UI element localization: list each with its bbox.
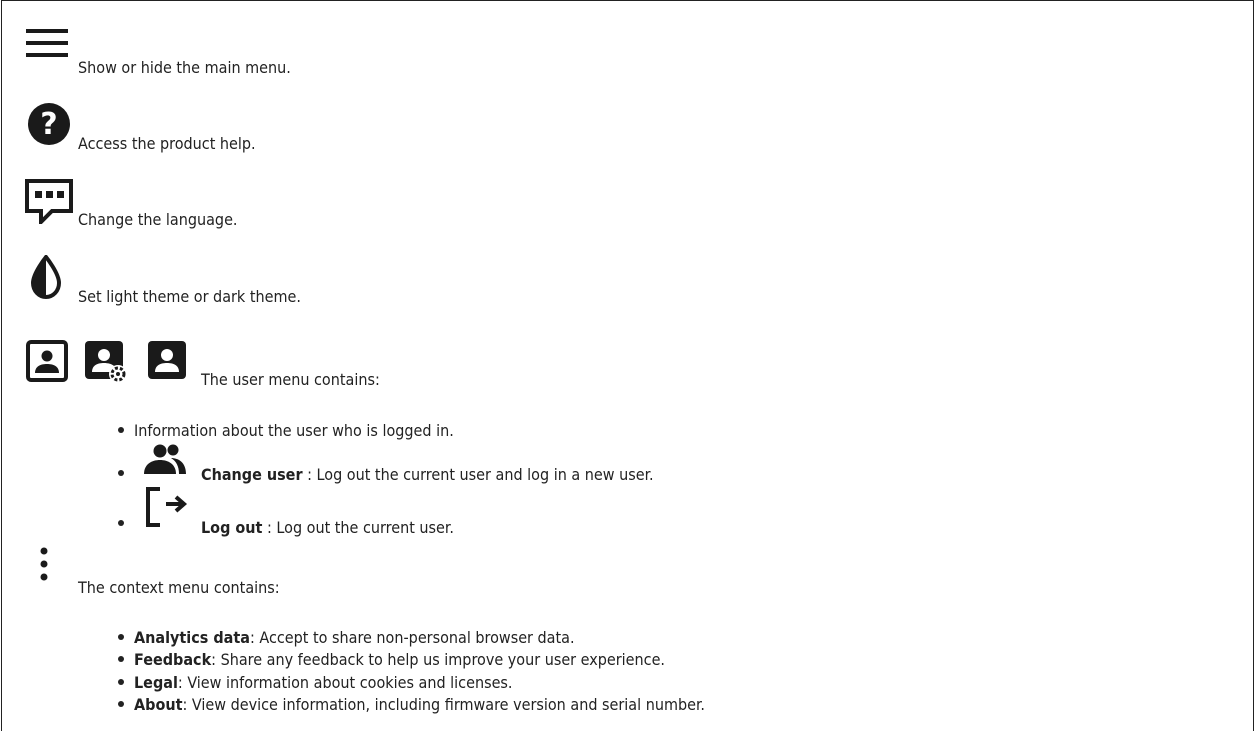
about-item: About: View device information, includin… [134,697,705,713]
help-icon: ? [28,103,70,145]
legal-text: : View information about cookies and lic… [177,673,513,692]
language-icon [25,179,73,224]
svg-text:?: ? [40,107,57,142]
analytics-label: Analytics data [134,628,250,647]
change-user-text: : Log out the current user and log in a … [302,465,654,484]
change-user-icon [144,444,186,474]
analytics-text: : Accept to share non-personal browser d… [249,628,575,647]
menu-description: Show or hide the main menu. [78,58,291,77]
change-user-label: Change user [201,465,303,484]
help-description: Access the product help. [78,134,256,153]
legal-label: Legal [134,673,178,692]
document-frame [1,0,1254,731]
bullet [118,634,124,640]
bullet [118,470,124,476]
log-out-item: Log out : Log out the current user. [201,520,454,536]
context-menu-icon [40,547,48,581]
bullet [118,656,124,662]
log-out-label: Log out [201,518,263,537]
feedback-label: Feedback [134,650,212,669]
log-out-icon [146,487,188,527]
change-user-item: Change user : Log out the current user a… [201,467,654,483]
feedback-item: Feedback: Share any feedback to help us … [134,652,665,668]
bullet [118,520,124,526]
operator-user-icon [148,341,186,379]
hamburger-menu-icon [26,29,68,57]
language-description: Change the language. [78,210,238,229]
user-menu-description: The user menu contains: [201,370,380,389]
about-text: : View device information, including fir… [182,695,705,714]
user-info-item: Information about the user who is logged… [134,421,454,440]
user-icon [26,340,68,382]
log-out-text: : Log out the current user. [262,518,454,537]
bullet [118,701,124,707]
theme-description: Set light theme or dark theme. [78,287,301,306]
feedback-text: : Share any feedback to help us improve … [211,650,665,669]
admin-user-icon [85,341,127,383]
context-menu-description: The context menu contains: [78,578,280,597]
bullet [118,679,124,685]
bullet [118,427,124,433]
legal-item: Legal: View information about cookies an… [134,675,513,691]
analytics-item: Analytics data: Accept to share non-pers… [134,630,575,646]
about-label: About [134,695,183,714]
theme-icon [30,255,62,299]
